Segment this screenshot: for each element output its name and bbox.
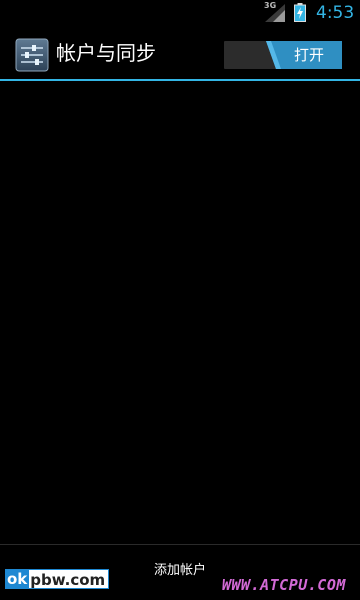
watermark-atcpu: WWW.ATCPU.COM <box>222 576 346 594</box>
switch-label: 打开 <box>293 46 324 64</box>
status-bar: 3G 4:53 <box>0 0 360 25</box>
master-sync-switch[interactable]: 打开 <box>224 41 342 69</box>
watermark-domain: pbw.com <box>29 569 110 589</box>
network-type-label: 3G <box>264 1 277 10</box>
watermark-badge: ok <box>5 569 30 589</box>
page-title: 帐户与同步 <box>56 41 156 65</box>
action-bar: 帐户与同步 打开 <box>0 25 360 79</box>
watermark-okpbw: ok pbw.com <box>5 569 110 589</box>
settings-sliders-icon[interactable] <box>15 38 49 72</box>
account-list <box>0 81 360 544</box>
battery-charging-icon <box>294 3 306 22</box>
status-clock: 4:53 <box>316 3 355 23</box>
